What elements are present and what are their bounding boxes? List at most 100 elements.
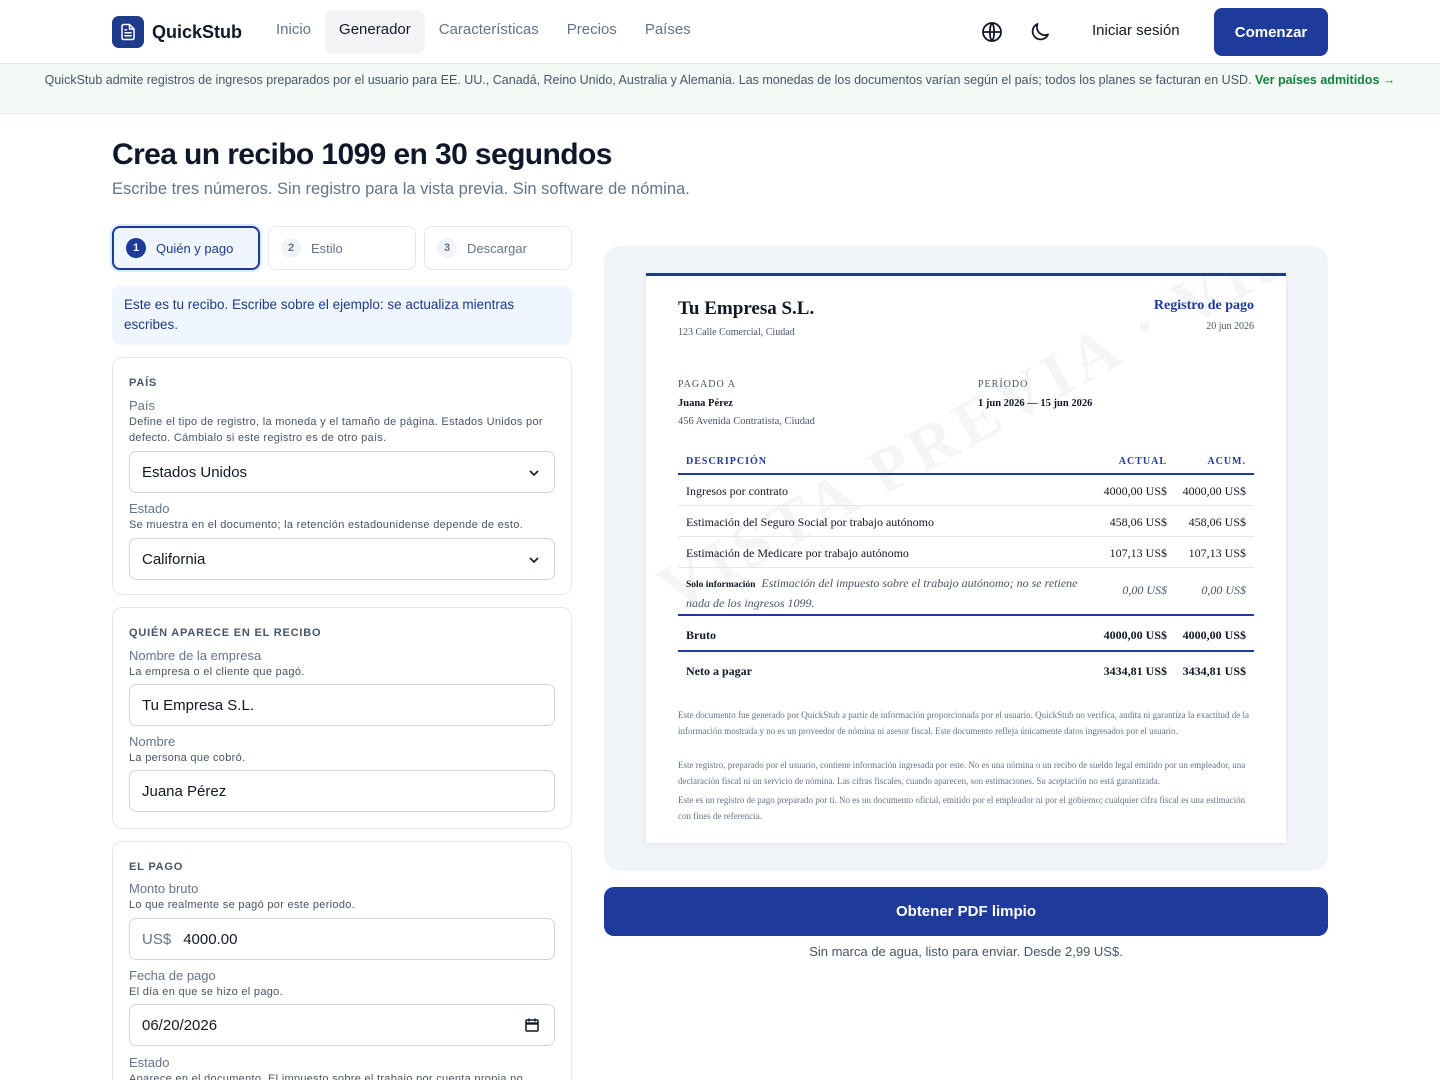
col-description: DESCRIPCIÓN (686, 456, 768, 467)
info-only-row: Solo información Estimación del impuesto … (678, 568, 1254, 616)
disclaimer-3: Este es un registro de pago preparado po… (678, 795, 1246, 821)
row-current: 0,00 US$ (1122, 583, 1167, 597)
net-current: 3434,81 US$ (1103, 664, 1167, 678)
disclaimer-1: Este documento fue generado por QuickStu… (678, 710, 1250, 736)
paid-to-label: PAGADO A (678, 379, 736, 390)
country-value: Estados Unidos (142, 463, 248, 481)
calendar-icon[interactable] (524, 1017, 540, 1033)
doc-date: 20 jun 2026 (1206, 321, 1254, 332)
moon-icon[interactable] (1028, 20, 1052, 44)
table-row: Ingresos por contrato 4000,00 US$ 4000,0… (678, 475, 1254, 506)
doc-company-name: Tu Empresa S.L. (678, 298, 815, 319)
top-nav: QuickStub Inicio Generador Característic… (0, 0, 1440, 64)
globe-icon[interactable] (980, 20, 1004, 44)
net-ytd: 3434,81 US$ (1182, 664, 1246, 678)
nav-link-caracteristicas[interactable]: Características (425, 10, 553, 54)
nav-link-paises[interactable]: Países (631, 10, 705, 54)
step-tab-style[interactable]: 2 Estilo (268, 226, 416, 270)
payment-section: EL PAGO Monto bruto Lo que realmente se … (112, 841, 572, 1080)
chevron-down-icon (529, 470, 539, 477)
brand-name: QuickStub (152, 21, 243, 42)
date-label: Fecha de pago (129, 968, 216, 983)
pay-date-value: 06/20/2026 (142, 1016, 218, 1034)
section-title: PAÍS (129, 377, 158, 389)
section-title: QUIÉN APARECE EN EL RECIBO (129, 627, 322, 639)
step-label: Quién y pago (156, 240, 234, 256)
row-ytd: 107,13 US$ (1188, 546, 1246, 560)
step-tab-who-pay[interactable]: 1 Quién y pago (112, 226, 260, 270)
row-ytd: 0,00 US$ (1201, 583, 1246, 597)
step-number: 1 (126, 238, 146, 258)
receipt-preview: VISTA PREVIA · VISTA PREVIA Tu Empresa S… (646, 273, 1286, 843)
name-label: Nombre (129, 734, 176, 749)
payment-state-help: Aparece en el documento. El impuesto sob… (129, 1073, 523, 1080)
get-clean-pdf-button[interactable]: Obtener PDF limpio (604, 887, 1328, 936)
row-description: Estimación de Medicare por trabajo autón… (686, 546, 909, 560)
net-pay-row: Neto a pagar 3434,81 US$ 3434,81 US$ (678, 652, 1254, 688)
state-value: California (142, 550, 206, 568)
state-help: Se muestra en el documento; la retención… (129, 519, 524, 531)
gross-label: Bruto (686, 628, 716, 642)
company-help: La empresa o el cliente que pagó. (129, 666, 305, 678)
brand-logo[interactable]: QuickStub (112, 16, 242, 48)
gross-ytd: 4000,00 US$ (1182, 628, 1246, 642)
payee-name-input[interactable]: Juana Pérez (129, 770, 555, 812)
state-select[interactable]: California (129, 538, 555, 580)
doc-title: Registro de pago (1153, 298, 1254, 313)
table-header: DESCRIPCIÓN ACTUAL ACUM. (678, 451, 1254, 475)
country-help: Define el tipo de registro, la moneda y … (129, 416, 543, 444)
nav-link-generador[interactable]: Generador (325, 10, 425, 54)
signin-link[interactable]: Iniciar sesión (1092, 22, 1180, 39)
period-label: PERÍODO (978, 379, 1029, 390)
nav-link-precios[interactable]: Precios (553, 10, 631, 54)
row-description: Estimación del Seguro Social por trabajo… (686, 515, 934, 529)
gross-amount-input[interactable]: US$ 4000.00 (129, 918, 555, 960)
name-help: La persona que cobró. (129, 752, 246, 764)
row-current: 458,06 US$ (1109, 515, 1167, 529)
section-title: EL PAGO (129, 861, 184, 873)
row-current: 107,13 US$ (1109, 546, 1167, 560)
payee-address: 456 Avenida Contratista, Ciudad (678, 416, 815, 427)
payee-name: Juana Pérez (678, 398, 733, 409)
page-title: Crea un recibo 1099 en 30 segundos (112, 138, 612, 171)
row-ytd: 4000,00 US$ (1182, 484, 1246, 498)
page-subtitle: Escribe tres números. Sin registro para … (112, 180, 690, 198)
gross-current: 4000,00 US$ (1103, 628, 1167, 642)
disclaimer-2: Este registro, preparado por el usuario,… (678, 760, 1246, 786)
who-section: QUIÉN APARECE EN EL RECIBO Nombre de la … (112, 607, 572, 829)
step-label: Estilo (311, 240, 343, 256)
table-row: Estimación de Medicare por trabajo autón… (678, 537, 1254, 568)
pay-date-input[interactable]: 06/20/2026 (129, 1004, 555, 1046)
gross-amount-value: 4000.00 (183, 930, 238, 948)
step-tab-download[interactable]: 3 Descargar (424, 226, 572, 270)
table-row: Estimación del Seguro Social por trabajo… (678, 506, 1254, 537)
nav-link-inicio[interactable]: Inicio (262, 10, 325, 54)
payment-state-label: Estado (129, 1055, 170, 1070)
net-label: Neto a pagar (686, 664, 752, 678)
pdf-price-note: Sin marca de agua, listo para enviar. De… (809, 944, 1123, 959)
earnings-table: DESCRIPCIÓN ACTUAL ACUM. Ingresos por co… (678, 451, 1254, 688)
gross-label: Monto bruto (129, 881, 199, 896)
gross-total-row: Bruto 4000,00 US$ 4000,00 US$ (678, 616, 1254, 652)
info-only-text: Solo información Estimación del impuesto … (686, 574, 1096, 612)
period-value: 1 jun 2026 — 15 jun 2026 (978, 398, 1093, 409)
currency-prefix: US$ (142, 930, 172, 948)
step-label: Descargar (467, 240, 527, 256)
banner-countries-link[interactable]: Ver países admitidos → (1255, 73, 1395, 87)
country-select[interactable]: Estados Unidos (129, 451, 555, 493)
info-only-tag: Solo información (686, 580, 756, 590)
info-callout: Este es tu recibo. Escribe sobre el ejem… (112, 286, 572, 345)
get-started-button[interactable]: Comenzar (1214, 8, 1328, 56)
gross-help: Lo que realmente se pagó por este period… (129, 899, 356, 911)
step-number: 2 (281, 238, 301, 258)
banner-text: QuickStub admite registros de ingresos p… (44, 73, 1252, 87)
row-ytd: 458,06 US$ (1188, 515, 1246, 529)
company-label: Nombre de la empresa (129, 648, 262, 663)
step-number: 3 (437, 238, 457, 258)
doc-company-address: 123 Calle Comercial, Ciudad (678, 327, 795, 338)
company-name-input[interactable]: Tu Empresa S.L. (129, 684, 555, 726)
col-current: ACTUAL (1118, 456, 1167, 467)
row-current: 4000,00 US$ (1103, 484, 1167, 498)
document-icon (112, 16, 144, 48)
country-banner: QuickStub admite registros de ingresos p… (0, 64, 1440, 114)
